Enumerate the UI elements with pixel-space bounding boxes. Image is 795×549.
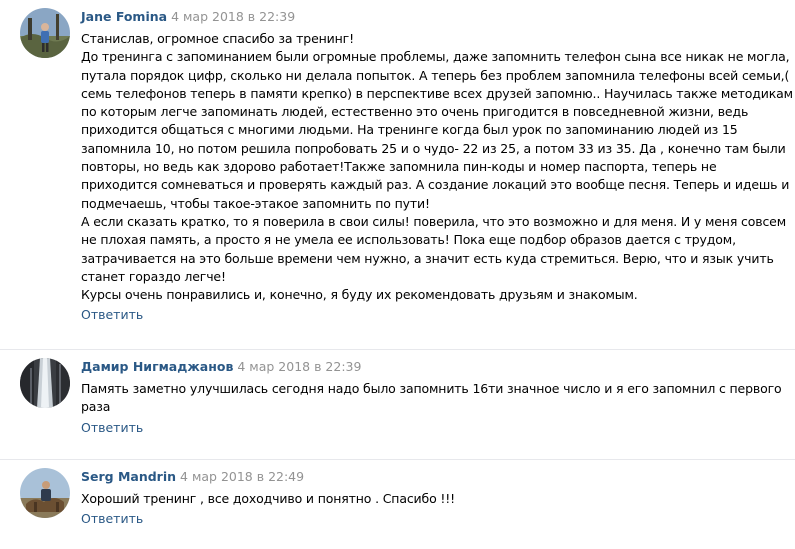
avatar[interactable] <box>20 468 70 518</box>
comment-text-line: До тренинга с запоминанием были огромные… <box>81 49 790 65</box>
avatar-photo-icon <box>20 468 70 518</box>
comment-text-line: по которым легче запоминать людей, естес… <box>81 104 749 120</box>
comment-text-line: повторы, но ведь как здорово работает!Та… <box>81 159 717 175</box>
avatar-photo-icon <box>20 358 70 408</box>
comment-text-line: путала порядок цифр, сколько ни делала п… <box>81 67 790 83</box>
comment-text-line: Память заметно улучшилась сегодня надо б… <box>81 381 782 396</box>
comment-text-line: семь телефонов теперь в памяти крепко) в… <box>81 85 793 101</box>
comment-text-line: приходится общаться с многими людьми. На… <box>81 122 738 138</box>
comment-item: Serg Mandrin 4 мар 2018 в 22:49 Хороший т… <box>0 459 795 549</box>
comment-text-line: приходится сомневаться и проверять кажды… <box>81 177 790 193</box>
comment-text-line: подмечаешь, чтобы такое-этакое запомнить… <box>81 195 430 211</box>
reply-link[interactable]: Ответить <box>81 419 143 437</box>
comment-date[interactable]: 4 мар 2018 в 22:49 <box>180 469 304 484</box>
comment-text: Хороший тренинг , все доходчиво и понятн… <box>81 490 783 508</box>
comment-author-link[interactable]: Jane Fomina <box>81 9 167 24</box>
comment-text-line: затрачивается на это больше времени чем … <box>81 250 774 266</box>
avatar-photo-icon <box>20 8 70 58</box>
comment-text-line: Станислав, огромное спасибо за тренинг! <box>81 31 354 46</box>
comment-text-line: Хороший тренинг , все доходчиво и понятн… <box>81 491 455 506</box>
comment-item: Jane Fomina 4 мар 2018 в 22:39 Станислав,… <box>0 0 795 349</box>
comment-date[interactable]: 4 мар 2018 в 22:39 <box>171 9 295 24</box>
avatar[interactable] <box>20 8 70 58</box>
comment-text-line: станет гораздо легче! <box>81 268 226 284</box>
reply-link[interactable]: Ответить <box>81 306 143 324</box>
reply-link[interactable]: Ответить <box>81 510 143 528</box>
comment-text-line: запомнила 10, но потом решила попробоват… <box>81 140 786 156</box>
comment-text: Память заметно улучшилась сегодня надо б… <box>81 380 783 417</box>
comment-item: Дамир Нигмаджанов 4 мар 2018 в 22:39 Памя… <box>0 349 795 459</box>
comment-author-link[interactable]: Serg Mandrin <box>81 469 176 484</box>
comment-text-line: раза <box>81 399 111 415</box>
comment-text-line: А если сказать кратко, то я поверила в с… <box>81 213 786 229</box>
comment-text: Станислав, огромное спасибо за тренинг! … <box>81 30 793 304</box>
comment-text-line: Курсы очень понравились и, конечно, я бу… <box>81 287 638 303</box>
comments-list: Jane Fomina 4 мар 2018 в 22:39 Станислав,… <box>0 0 795 549</box>
avatar[interactable] <box>20 358 70 408</box>
comment-date[interactable]: 4 мар 2018 в 22:39 <box>237 359 361 374</box>
comment-text-line: не плохая память, а просто я не умела ее… <box>81 232 736 248</box>
comment-author-link[interactable]: Дамир Нигмаджанов <box>81 359 233 374</box>
